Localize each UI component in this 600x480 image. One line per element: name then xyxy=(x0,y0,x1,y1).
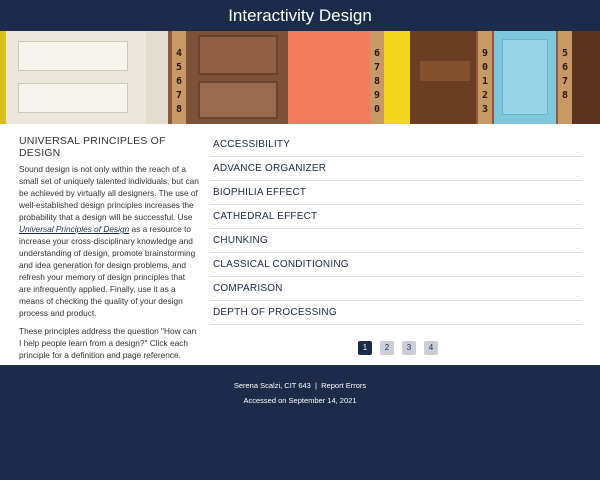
site-title: Interactivity Design xyxy=(228,6,372,25)
author-credit: Serena Scalzi, CIT 643 xyxy=(233,381,311,390)
principle-item-cathedral-effect[interactable]: CATHEDRAL EFFECT xyxy=(210,205,582,229)
site-footer: Serena Scalzi, CIT 643 | Report Errors A… xyxy=(0,365,600,408)
accessed-date: Accessed on September 14, 2021 xyxy=(243,396,357,405)
page-button-4[interactable]: 4 xyxy=(424,341,438,355)
page-button-2[interactable]: 2 xyxy=(380,341,394,355)
intro-paragraph: Sound design is not only within the reac… xyxy=(19,163,199,319)
intro-panel: UNIVERSAL PRINCIPLES OF DESIGN Sound des… xyxy=(19,135,199,361)
page-button-1[interactable]: 1 xyxy=(358,341,372,355)
page-button-3[interactable]: 3 xyxy=(402,341,416,355)
site-header: Interactivity Design xyxy=(0,0,600,31)
principles-list: ACCESSIBILITY ADVANCE ORGANIZER BIOPHILI… xyxy=(210,133,582,355)
principle-item-biophilia-effect[interactable]: BIOPHILIA EFFECT xyxy=(210,181,582,205)
door-number-strip: 6 7 8 9 0 xyxy=(370,31,384,124)
principle-item-comparison[interactable]: COMPARISON xyxy=(210,277,582,301)
door-number-strip: 5 6 7 8 xyxy=(558,31,572,124)
hero-banner-image: 4 5 6 7 8 6 7 8 9 0 9 0 1 2 3 5 6 7 8 xyxy=(0,31,600,124)
report-errors-link[interactable]: Report Errors xyxy=(321,381,366,390)
footer-credits: Serena Scalzi, CIT 643 | Report Errors xyxy=(0,378,600,393)
main-content: UNIVERSAL PRINCIPLES OF DESIGN Sound des… xyxy=(0,124,600,365)
principle-item-advance-organizer[interactable]: ADVANCE ORGANIZER xyxy=(210,157,582,181)
intro-text: Sound design is not only within the reac… xyxy=(19,164,199,222)
principle-item-classical-conditioning[interactable]: CLASSICAL CONDITIONING xyxy=(210,253,582,277)
principle-item-chunking[interactable]: CHUNKING xyxy=(210,229,582,253)
principle-item-accessibility[interactable]: ACCESSIBILITY xyxy=(210,133,582,157)
door-number-strip: 4 5 6 7 8 xyxy=(172,31,186,124)
principle-item-depth-of-processing[interactable]: DEPTH OF PROCESSING xyxy=(210,301,582,325)
footer-separator: | xyxy=(315,381,317,390)
door-number-strip: 9 0 1 2 3 xyxy=(478,31,492,124)
instructions-paragraph: These principles address the question "H… xyxy=(19,326,197,360)
book-title-link[interactable]: Universal Principles of Design xyxy=(19,224,129,234)
intro-heading: UNIVERSAL PRINCIPLES OF DESIGN xyxy=(19,135,166,159)
pagination: 1 2 3 4 xyxy=(358,341,438,355)
intro-text: as a resource to increase your cross-dis… xyxy=(19,224,196,318)
